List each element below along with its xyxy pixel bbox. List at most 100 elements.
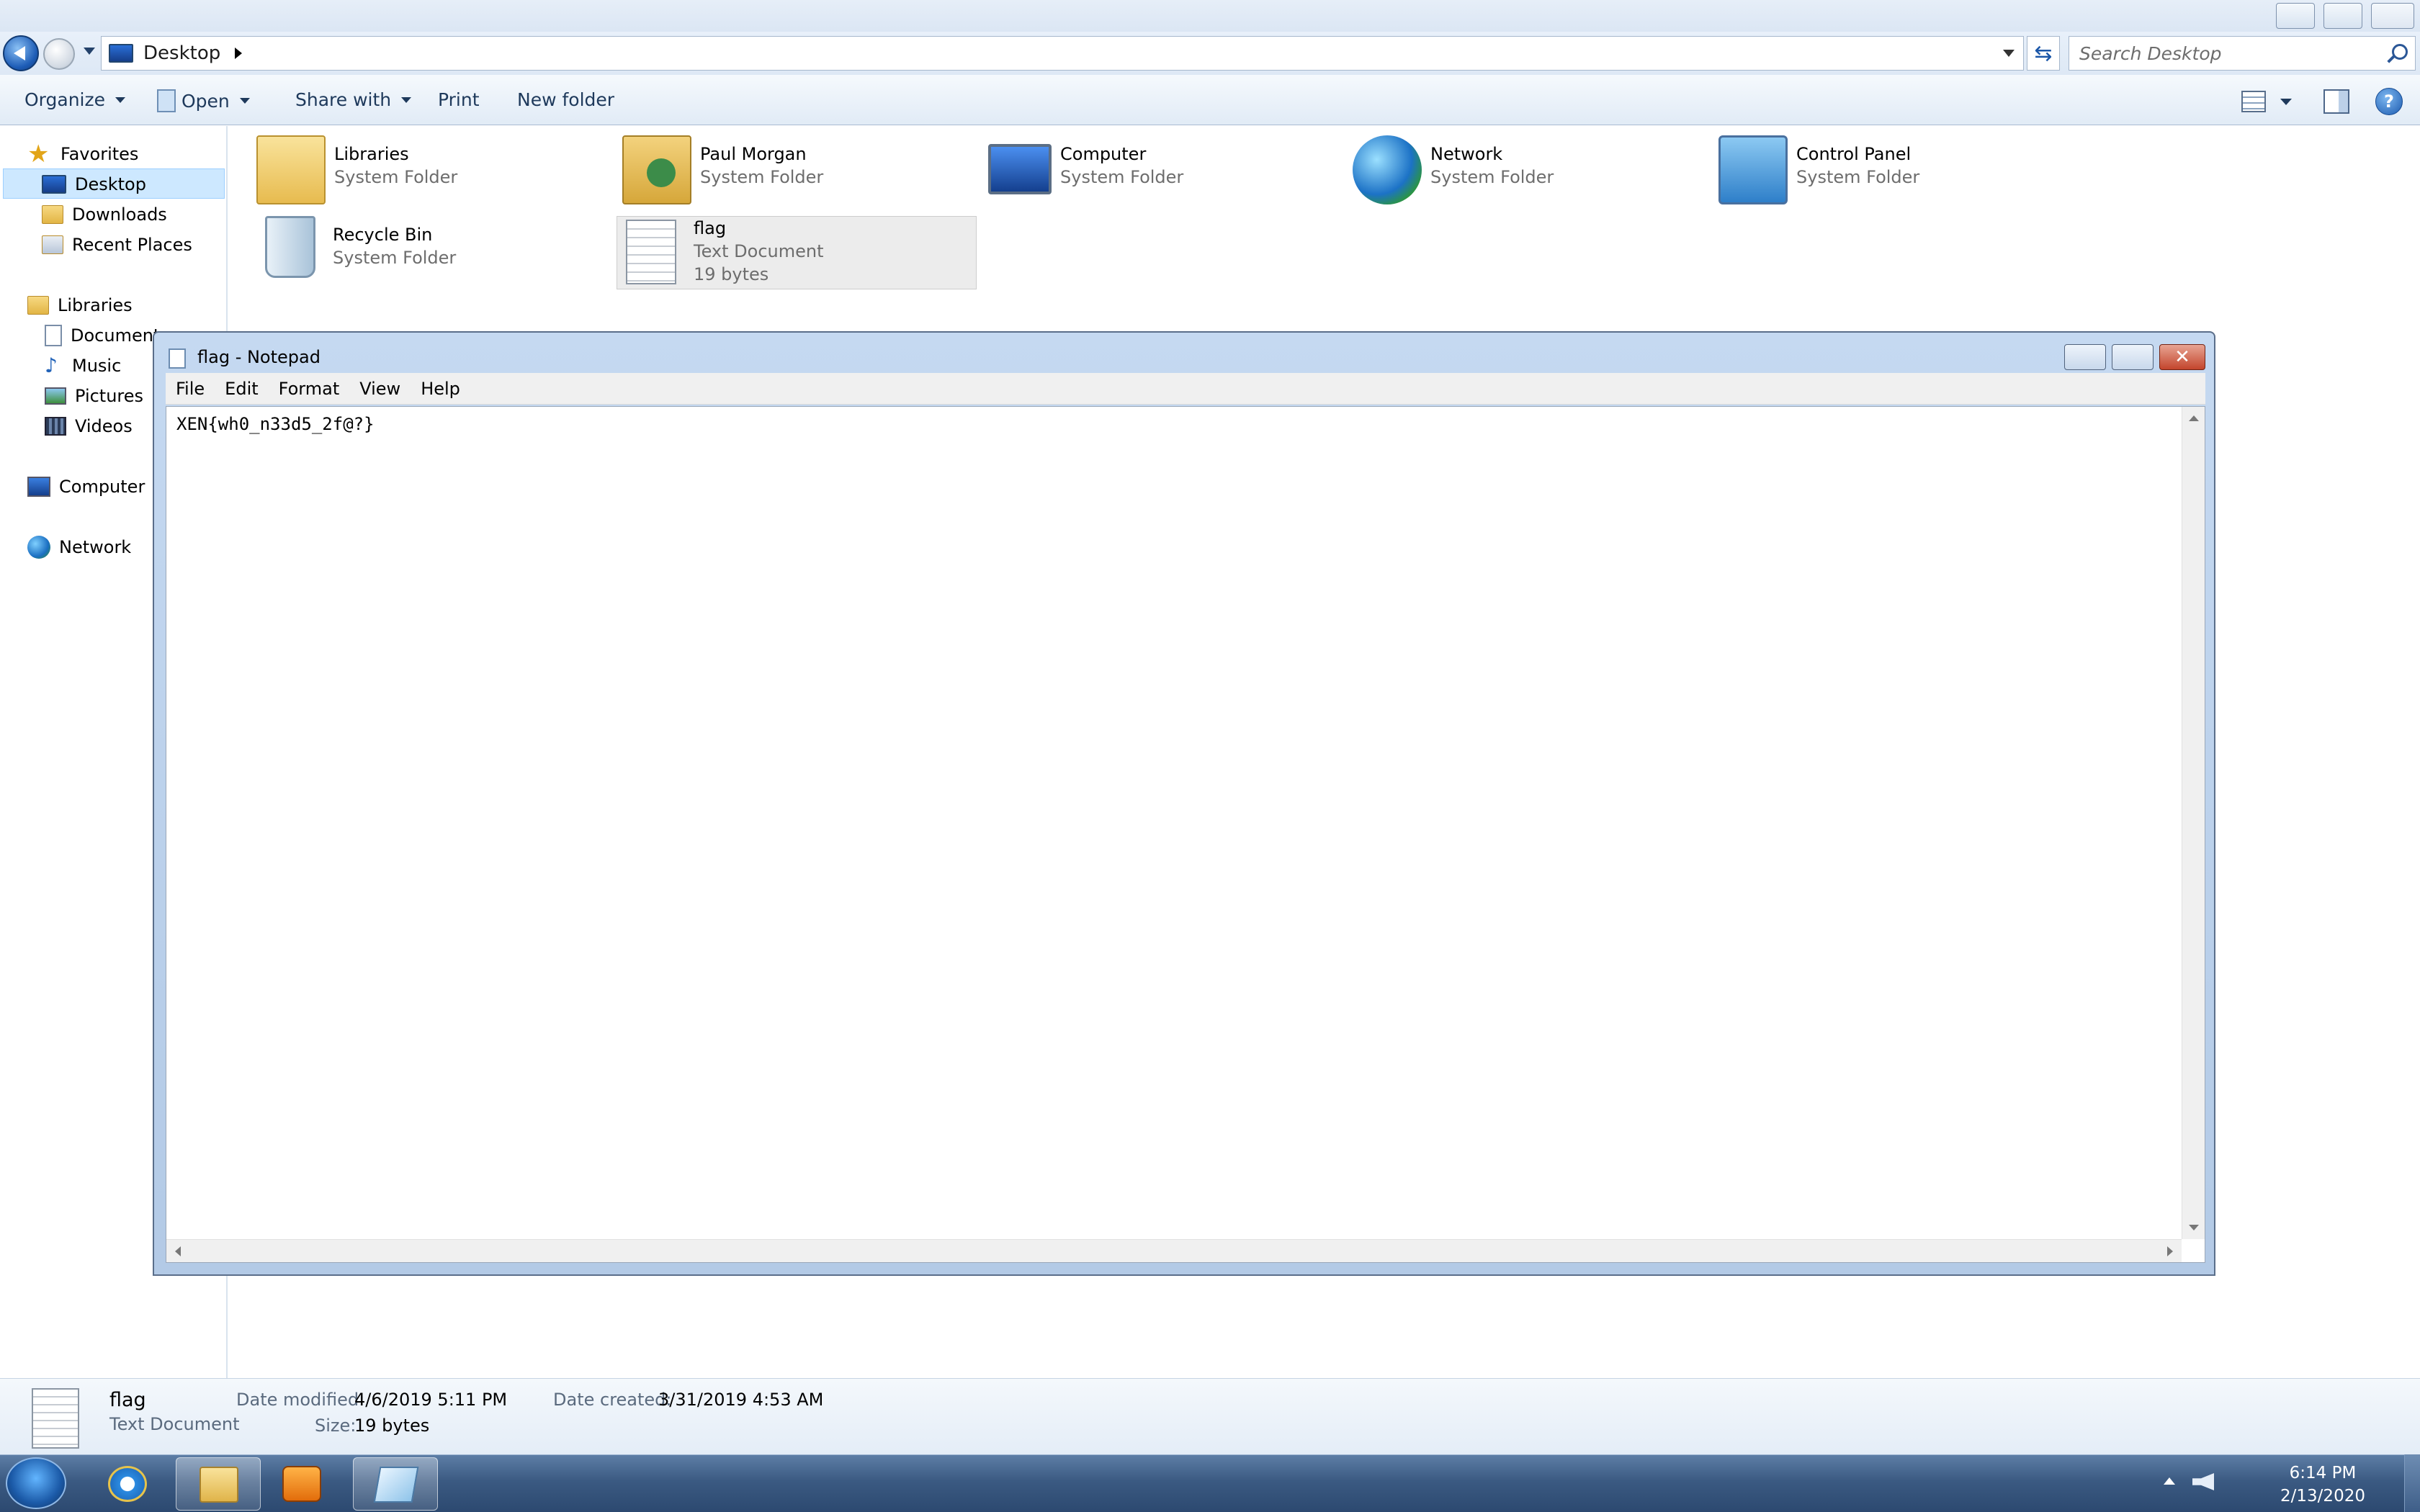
taskbar-media-player[interactable] [259,1457,344,1511]
item-control-panel[interactable]: Control Panel System Folder [1718,135,2064,207]
start-button[interactable] [6,1457,66,1509]
item-paul-morgan[interactable]: Paul Morgan System Folder [622,135,968,207]
item-type: System Folder [1060,167,1184,187]
libraries-folder-icon [256,135,326,204]
nav-documents[interactable]: Document [45,321,160,350]
item-type: System Folder [700,167,824,187]
share-with-button[interactable]: Share with [295,89,412,110]
item-name: Paul Morgan [700,144,807,164]
item-type: System Folder [1796,167,1920,187]
close-button[interactable] [2371,3,2414,29]
network-icon [27,536,50,559]
notepad-title: flag - Notepad [197,347,321,367]
nav-downloads[interactable]: Downloads [42,200,167,229]
menu-file[interactable]: File [166,379,215,399]
scroll-up-icon[interactable] [2189,415,2199,421]
nav-videos-label: Videos [75,416,133,436]
search-icon[interactable] [2392,44,2408,60]
recycle-bin-icon [265,216,315,278]
computer-icon [988,144,1052,194]
scroll-right-icon[interactable] [2167,1246,2173,1256]
search-input[interactable] [2079,41,2367,66]
desktop-icon [109,44,133,63]
nav-favorites-label: Favorites [60,144,139,164]
breadcrumb-chevron-icon[interactable] [235,48,243,59]
nav-computer[interactable]: Computer [27,472,145,501]
forward-button[interactable] [43,38,75,70]
nav-music[interactable]: ♪ Music [45,351,121,380]
item-recycle-bin[interactable]: Recycle Bin System Folder [256,216,602,288]
clock-time: 6:14 PM [2289,1464,2357,1482]
nav-desktop[interactable]: Desktop [42,170,146,199]
menu-format[interactable]: Format [269,379,350,399]
organize-button[interactable]: Organize [24,89,125,110]
nav-documents-label: Document [71,325,161,346]
item-network[interactable]: Network System Folder [1353,135,1698,207]
print-button[interactable]: Print [438,89,480,110]
item-type: System Folder [1430,167,1554,187]
change-view-icon[interactable] [2241,91,2266,112]
nav-network[interactable]: Network [27,533,131,562]
new-folder-button[interactable]: New folder [517,89,614,110]
notepad-text-area[interactable]: XEN{wh0_n33d5_2f@?} [166,406,2205,1263]
nav-network-label: Network [59,537,132,557]
restore-button[interactable] [2323,3,2362,29]
notepad-maximize-button[interactable] [2112,344,2154,370]
item-name: Libraries [334,144,409,164]
search-box[interactable] [2069,36,2416,71]
vertical-scrollbar[interactable] [2182,407,2205,1239]
explorer-title-bar [0,0,2420,32]
notepad-window[interactable]: flag - Notepad ✕ File Edit Format View H… [153,331,2215,1276]
menu-help[interactable]: Help [411,379,470,399]
address-path[interactable]: Desktop [143,42,220,64]
item-name: Control Panel [1796,144,1912,164]
address-dropdown-icon[interactable] [2003,50,2015,57]
music-icon: ♪ [45,354,58,377]
nav-libraries[interactable]: Libraries [27,291,133,320]
nav-videos[interactable]: Videos [45,412,133,441]
recent-places-icon [42,235,63,254]
item-size: 19 bytes [694,264,769,284]
notepad-close-button[interactable]: ✕ [2159,344,2205,370]
open-label: Open [182,90,230,112]
preview-pane-icon[interactable] [2323,89,2349,114]
details-date-created: 3/31/2019 4:53 AM [658,1390,824,1410]
nav-pictures[interactable]: Pictures [45,382,143,410]
network-icon [1353,135,1422,204]
refresh-button[interactable]: ⇆ [2027,36,2060,71]
chevron-down-icon [239,98,250,104]
show-hidden-icons-icon[interactable] [2164,1477,2175,1485]
nav-recent-places[interactable]: Recent Places [42,230,192,259]
nav-pictures-label: Pictures [75,386,144,406]
notepad-icon [373,1467,419,1503]
taskbar-notepad[interactable] [353,1457,438,1511]
taskbar-clock[interactable]: 6:14 PM 2/13/2020 [2269,1462,2377,1508]
address-bar[interactable]: Desktop [101,36,2024,71]
scroll-down-icon[interactable] [2189,1225,2199,1230]
scroll-left-icon[interactable] [175,1246,181,1256]
open-button[interactable]: Open [157,89,250,112]
libraries-icon [27,296,49,315]
item-computer[interactable]: Computer System Folder [988,135,1334,207]
nav-favorites[interactable]: ★ Favorites [27,140,138,168]
show-desktop-button[interactable] [2404,1454,2420,1512]
notepad-content[interactable]: XEN{wh0_n33d5_2f@?} [176,414,375,434]
menu-edit[interactable]: Edit [215,379,268,399]
taskbar-internet-explorer[interactable] [85,1457,170,1511]
notepad-minimize-button[interactable] [2064,344,2106,370]
media-player-icon [282,1466,321,1502]
item-flag[interactable]: flag Text Document 19 bytes [617,216,977,289]
back-button[interactable] [3,35,39,71]
desktop-icon [42,175,66,194]
recent-pages-dropdown-icon[interactable] [84,48,95,55]
details-name: flag [109,1389,146,1411]
horizontal-scrollbar[interactable] [166,1239,2182,1262]
help-icon[interactable]: ? [2375,88,2403,115]
item-libraries[interactable]: Libraries System Folder [256,135,602,207]
details-type: Text Document [109,1414,240,1434]
view-options-dropdown-icon[interactable] [2280,99,2292,105]
taskbar-windows-explorer[interactable] [176,1457,261,1511]
minimize-button[interactable] [2276,3,2315,29]
item-name: Computer [1060,144,1147,164]
menu-view[interactable]: View [349,379,411,399]
